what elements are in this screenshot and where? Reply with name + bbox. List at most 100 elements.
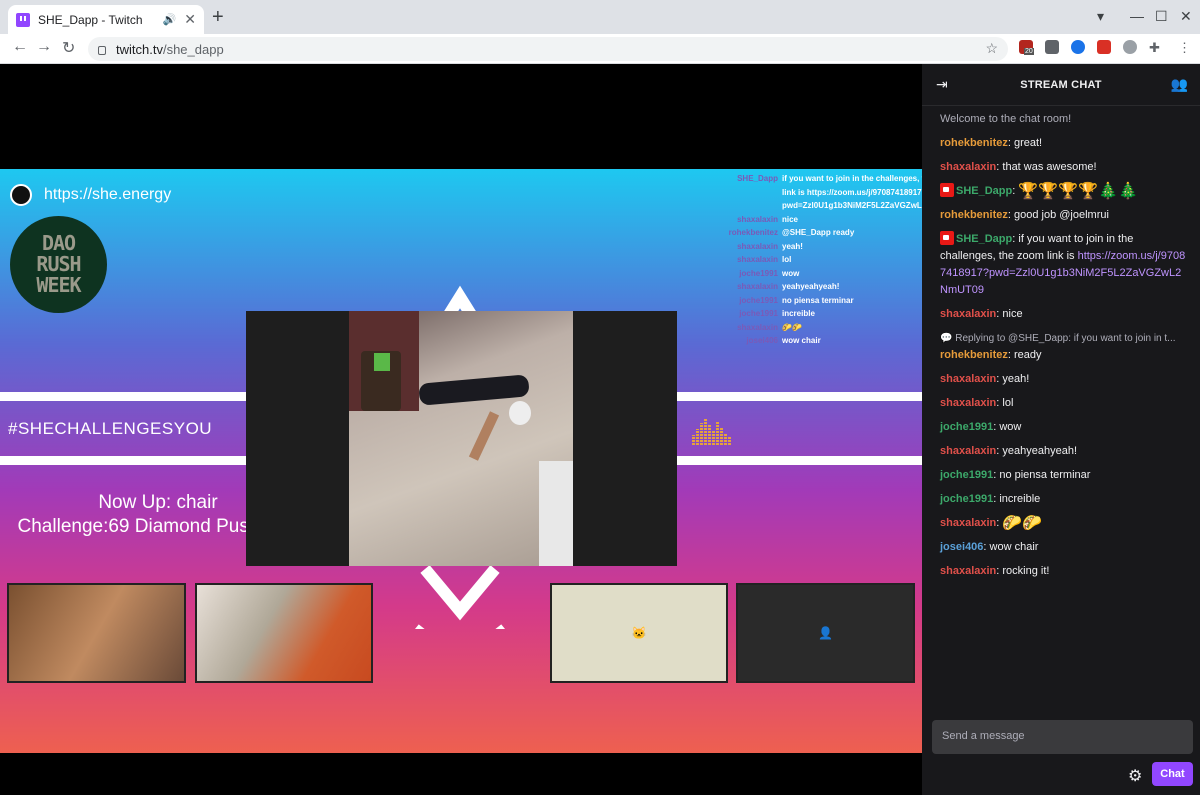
overlay-chat-row: shaxalaxin nice (700, 213, 910, 227)
chat-username[interactable]: rohekbenitez (940, 137, 1008, 149)
chat-send-button[interactable]: Chat (1152, 762, 1193, 786)
chat-text: that was awesome! (1002, 161, 1097, 173)
reload-icon[interactable]: ↻ (62, 38, 75, 58)
chat-text: good job @joelmrui (1013, 209, 1109, 221)
extension-cross-icon[interactable] (1097, 40, 1111, 54)
chat-username[interactable]: shaxalaxin (940, 373, 996, 385)
overlay-chat-user: joche1991 (739, 268, 778, 278)
overlay-chat-text: if you want to join in the challenges, t… (782, 174, 922, 210)
broadcaster-badge-icon[interactable] (940, 231, 954, 245)
profile-dropdown-icon[interactable]: ▾ (1097, 8, 1104, 25)
chat-username[interactable]: shaxalaxin (940, 517, 996, 529)
chat-text: no piensa terminar (999, 469, 1091, 481)
forward-icon[interactable]: → (36, 38, 52, 56)
chat-message: joche1991: increible (940, 493, 1041, 505)
speaker-icon[interactable]: 🔊 (163, 13, 177, 26)
chat-username[interactable]: rohekbenitez (940, 209, 1008, 221)
extension-square-icon[interactable] (1045, 40, 1059, 54)
chat-username[interactable]: joche1991 (940, 421, 993, 433)
close-tab-icon[interactable]: ✕ (184, 11, 196, 28)
overlay-chat-row: shaxalaxin 🌮🌮 (700, 321, 910, 335)
overlay-chat-text: wow (782, 268, 800, 278)
overlay-chat-text: @SHE_Dapp ready (782, 228, 855, 237)
chat-username[interactable]: shaxalaxin (940, 308, 996, 320)
url-host: twitch.tv (116, 41, 163, 57)
chat-text: yeahyeahyeah! (1002, 445, 1078, 457)
tab-twitch[interactable]: SHE_Dapp - Twitch 🔊 ✕ (8, 5, 204, 34)
chat-username[interactable]: SHE_Dapp (956, 233, 1012, 245)
chat-emotes: 🌮🌮 (1002, 515, 1043, 532)
bookmark-star-icon[interactable]: ☆ (985, 40, 998, 57)
close-window-icon[interactable]: ✕ (1180, 8, 1192, 25)
chat-settings-icon[interactable]: ⚙ (1128, 766, 1142, 786)
extension-gear-icon[interactable] (1123, 40, 1137, 54)
chat-input[interactable]: Send a message (932, 720, 1193, 754)
equalizer-bar (708, 425, 711, 445)
chat-message: shaxalaxin: that was awesome! (940, 161, 1097, 173)
equalizer-bar (728, 437, 731, 445)
collapse-chat-icon[interactable]: ⇥ (936, 76, 948, 93)
back-icon[interactable]: ← (12, 38, 28, 56)
overlay-chat-text: yeah! (782, 241, 803, 251)
equalizer-bar (724, 433, 727, 445)
stream-chat-panel: ⇥ STREAM CHAT 👥 Welcome to the chat room… (922, 64, 1200, 795)
equalizer-bar (712, 431, 715, 445)
chat-message: SHE_Dapp: if you want to join in the cha… (940, 231, 1186, 296)
chat-message: shaxalaxin: nice (940, 308, 1023, 320)
chat-text: wow chair (989, 541, 1039, 553)
chat-message: joche1991: wow (940, 421, 1022, 433)
community-icon[interactable]: 👥 (1171, 76, 1188, 93)
chat-message: rohekbenitez: great! (940, 137, 1043, 149)
extension-circle-icon[interactable] (1071, 40, 1085, 54)
maximize-icon[interactable]: ☐ (1155, 8, 1168, 25)
chat-header: ⇥ STREAM CHAT 👥 (922, 64, 1200, 106)
browser-window: SHE_Dapp - Twitch 🔊 ✕ + ▾ — ☐ ✕ ← → ↻ tw… (0, 0, 1200, 795)
overlay-chat-text: increible (782, 309, 815, 318)
equalizer-bar (704, 419, 707, 445)
new-tab-button[interactable]: + (212, 7, 224, 27)
chat-username[interactable]: joche1991 (940, 493, 993, 505)
chat-username[interactable]: SHE_Dapp (956, 185, 1012, 197)
chat-message: shaxalaxin: yeah! (940, 373, 1030, 385)
chat-message: joche1991: no piensa terminar (940, 469, 1091, 481)
chat-title: STREAM CHAT (1020, 78, 1102, 91)
chat-username[interactable]: josei406 (940, 541, 983, 553)
dao-rush-week-logo: DAO RUSH WEEK (10, 216, 107, 313)
minimize-icon[interactable]: — (1130, 8, 1144, 24)
chat-message: rohekbenitez: ready (940, 349, 1042, 361)
extension-shield-icon[interactable]: 20 (1019, 40, 1034, 55)
chat-username[interactable]: shaxalaxin (940, 161, 996, 173)
chat-username[interactable]: shaxalaxin (940, 565, 996, 577)
url-path: /she_dapp (162, 41, 224, 57)
overlay-chat-user: joche1991 (739, 309, 778, 318)
she-logo-icon (10, 184, 32, 206)
pushup-video-frame (349, 311, 573, 566)
broadcaster-badge-icon[interactable] (940, 183, 954, 197)
chat-username[interactable]: joche1991 (940, 469, 993, 481)
overlay-chat-user: shaxalaxin (737, 214, 778, 224)
site-url-text: https://she.energy (44, 186, 172, 203)
overlay-chat-user: shaxalaxin (737, 255, 778, 264)
extension-badge: 20 (1024, 48, 1034, 55)
webcam-2 (195, 583, 373, 683)
chat-username[interactable]: shaxalaxin (940, 445, 996, 457)
overlay-chat-row: SHE_Dapp if you want to join in the chall… (700, 172, 922, 213)
menu-kebab-icon[interactable]: ⋮ (1178, 40, 1192, 55)
chat-username[interactable]: rohekbenitez (940, 349, 1008, 361)
chat-message-list: Welcome to the chat room! rohekbenitez: … (922, 106, 1200, 580)
site-url: https://she.energy (10, 184, 171, 206)
overlay-chat-text: 🌮🌮 (782, 322, 802, 332)
chat-username[interactable]: shaxalaxin (940, 397, 996, 409)
chat-text: lol (1002, 397, 1014, 409)
equalizer-bar (692, 435, 695, 445)
overlay-chat: SHE_Dapp if you want to join in the chall… (700, 172, 922, 348)
video-player[interactable]: https://she.energy DAO RUSH WEEK #SHECHA… (0, 64, 922, 795)
webcam-3: 🐱 (550, 583, 728, 683)
extensions-puzzle-icon[interactable]: ✚ (1149, 40, 1163, 55)
chat-message: shaxalaxin: lol (940, 397, 1014, 409)
lock-icon[interactable] (98, 45, 106, 55)
overlay-chat-user: SHE_Dapp (737, 174, 778, 183)
logo-line: DAO (41, 231, 76, 255)
overlay-chat-text: yeahyeahyeah! (782, 282, 840, 291)
address-bar[interactable]: twitch.tv/she_dapp ☆ (88, 37, 1008, 61)
